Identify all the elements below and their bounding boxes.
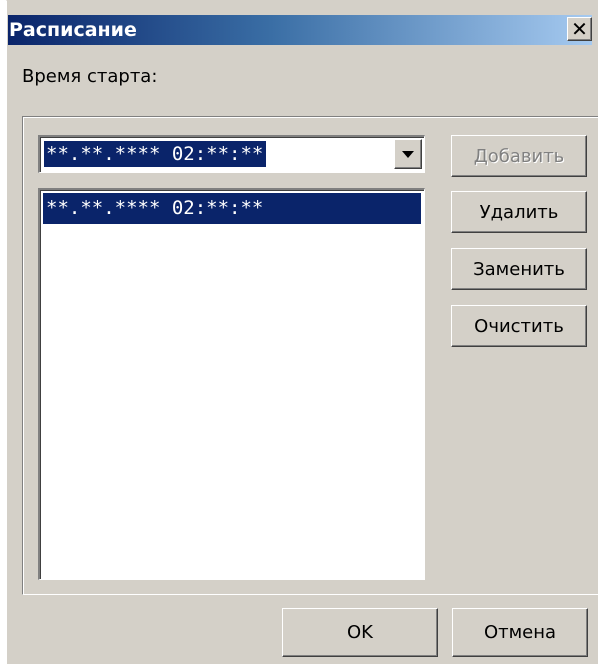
- clear-button[interactable]: Очистить: [451, 305, 587, 347]
- start-time-label: Время старта:: [22, 66, 158, 87]
- window-title: Расписание: [9, 19, 137, 41]
- start-time-combobox[interactable]: **.**.**** 02:**:**: [38, 135, 425, 173]
- dropdown-button[interactable]: [394, 139, 422, 169]
- add-button[interactable]: Добавить: [451, 135, 587, 177]
- close-button[interactable]: ✕: [567, 17, 592, 41]
- close-icon: ✕: [571, 17, 588, 41]
- cancel-button[interactable]: Отмена: [452, 608, 588, 657]
- delete-button[interactable]: Удалить: [451, 191, 587, 233]
- list-item[interactable]: **.**.**** 02:**:**: [43, 193, 421, 224]
- chevron-down-icon: [402, 150, 414, 158]
- start-time-value[interactable]: **.**.**** 02:**:**: [44, 141, 267, 167]
- title-bar[interactable]: Расписание ✕: [8, 15, 592, 45]
- ok-button[interactable]: OK: [282, 608, 438, 657]
- replace-button[interactable]: Заменить: [451, 248, 587, 290]
- schedule-list[interactable]: **.**.**** 02:**:**: [38, 188, 425, 580]
